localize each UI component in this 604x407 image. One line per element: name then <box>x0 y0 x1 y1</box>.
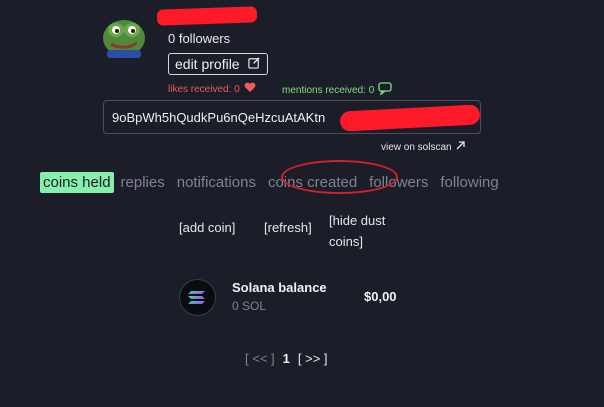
heart-icon <box>244 82 256 96</box>
mentions-received: mentions received: 0 <box>282 82 392 98</box>
view-on-solscan-link[interactable]: view on solscan <box>381 141 465 153</box>
red-annotation-circle <box>281 160 398 194</box>
refresh-button[interactable]: [refresh] <box>264 220 312 235</box>
tab-replies[interactable]: replies <box>118 172 168 193</box>
tab-following[interactable]: following <box>437 172 501 193</box>
edit-profile-label: edit profile <box>175 56 240 72</box>
mentions-label: mentions received: 0 <box>282 84 375 96</box>
wallet-address: 9oBpWh5hQudkPu6nQeHzcuAtAKtn <box>112 109 326 125</box>
prev-page-button[interactable]: [ << ] <box>245 351 275 366</box>
holding-name: Solana balance <box>232 280 327 295</box>
followers-count[interactable]: 0 followers <box>168 31 230 46</box>
external-link-arrow-icon <box>456 141 465 153</box>
redacted-username <box>156 6 258 26</box>
likes-received: likes received: 0 <box>168 82 256 96</box>
likes-label: likes received: 0 <box>168 83 240 95</box>
solscan-label: view on solscan <box>381 141 452 153</box>
solana-logo-icon <box>179 279 216 316</box>
pagination: [ << ] 1 [ >> ] <box>245 351 328 366</box>
current-page: 1 <box>282 351 290 366</box>
tab-coins-held[interactable]: coins held <box>40 172 114 193</box>
holding-value: $0,00 <box>364 289 397 304</box>
edit-icon <box>247 56 261 72</box>
hide-dust-coins-button[interactable]: [hide dust coins] <box>329 210 399 252</box>
holding-amount: 0 SOL <box>232 299 267 313</box>
add-coin-button[interactable]: [add coin] <box>179 220 235 235</box>
chat-bubble-icon <box>378 82 392 98</box>
avatar <box>101 14 147 58</box>
tab-notifications[interactable]: notifications <box>174 172 259 193</box>
profile-tabs: coins held replies notifications coins c… <box>40 172 508 193</box>
edit-profile-button[interactable]: edit profile <box>168 53 268 75</box>
next-page-button[interactable]: [ >> ] <box>298 351 328 366</box>
